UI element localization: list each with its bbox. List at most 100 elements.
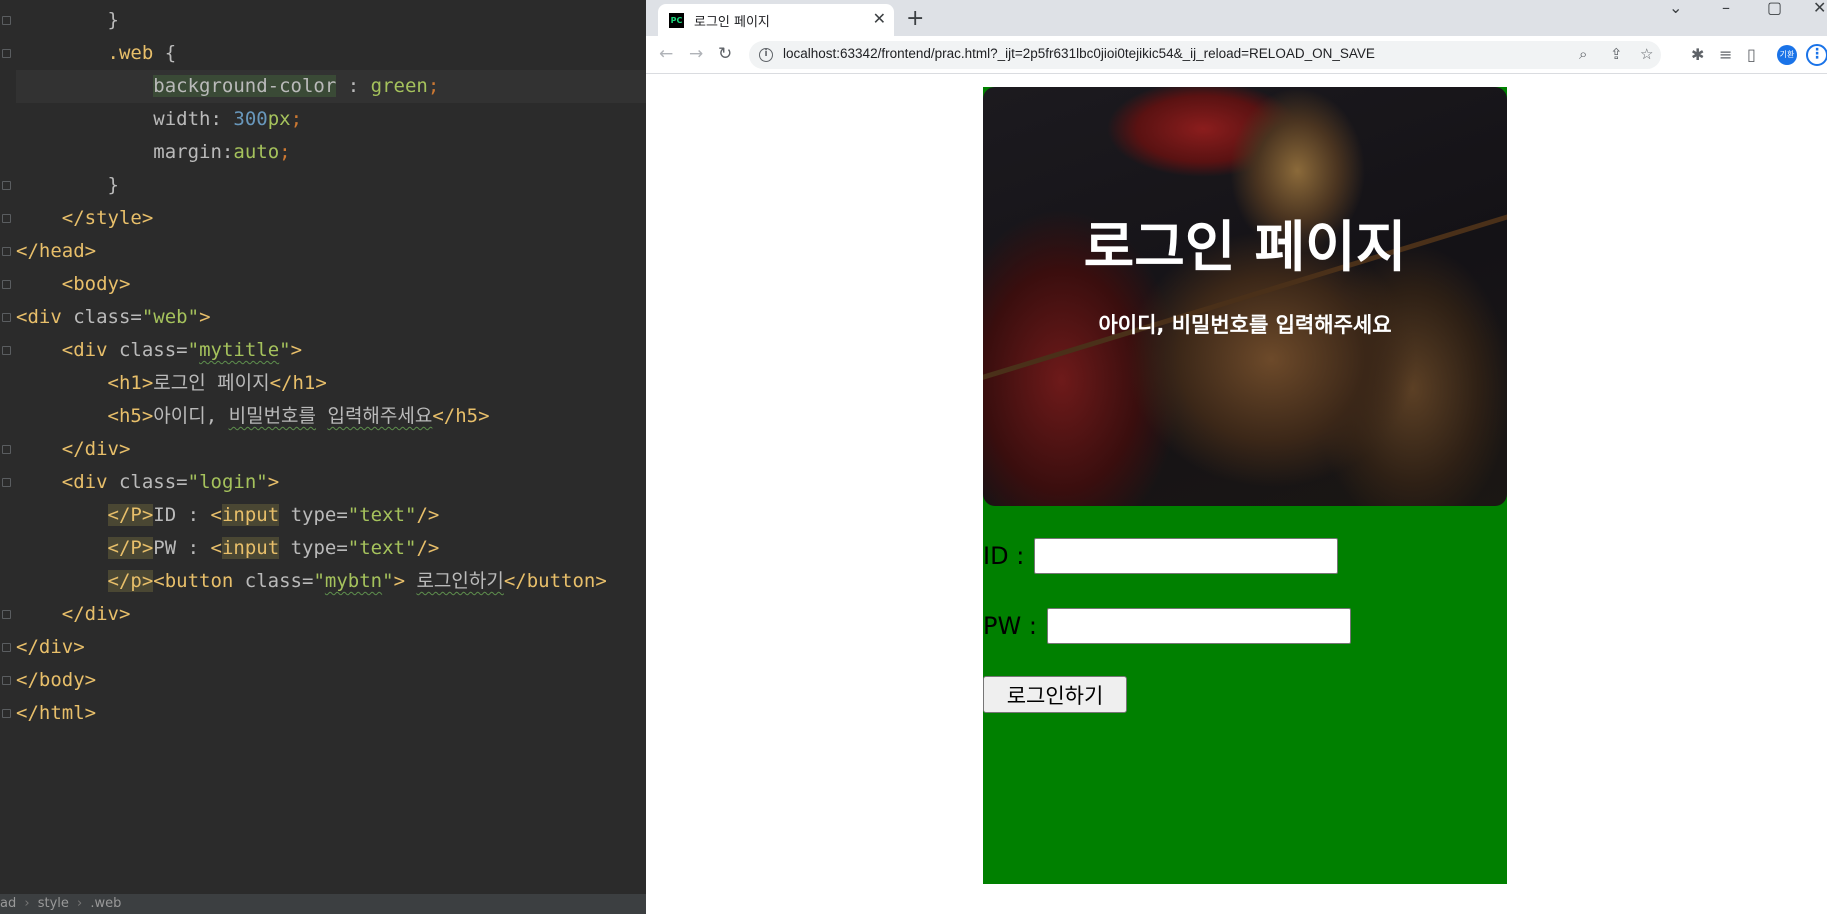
code-token: "login"	[187, 471, 268, 493]
code-line[interactable]: </p><button class="mybtn"> 로그인하기</button…	[16, 565, 646, 598]
code-line[interactable]: </div>	[16, 631, 646, 664]
code-token: <body>	[61, 273, 131, 295]
code-token: <	[210, 504, 222, 526]
tab-search-icon[interactable]: ⌄	[1669, 0, 1682, 17]
code-token: <div	[61, 471, 119, 493]
code-token: "web"	[141, 306, 200, 328]
new-tab-icon[interactable]: +	[906, 6, 924, 31]
code-token: </html>	[16, 702, 97, 724]
extensions-icon[interactable]: ✱	[1691, 45, 1704, 64]
share-icon[interactable]: ⇪	[1610, 45, 1623, 63]
maximize-icon[interactable]: ▢	[1767, 0, 1782, 17]
fold-marker-icon[interactable]	[2, 313, 11, 322]
zoom-icon[interactable]: ⌕	[1579, 45, 1587, 63]
code-area[interactable]: } .web { background-color : green; width…	[16, 4, 646, 730]
fold-marker-icon[interactable]	[2, 709, 11, 718]
code-token: {	[153, 42, 177, 64]
bookmark-star-icon[interactable]: ☆	[1640, 45, 1653, 63]
code-line[interactable]: </html>	[16, 697, 646, 730]
code-line[interactable]: </div>	[16, 433, 646, 466]
tab-strip: PC 로그인 페이지 ✕ + ⌄ – ▢ ✕	[646, 0, 1827, 36]
close-window-icon[interactable]: ✕	[1813, 0, 1826, 17]
code-token: margin	[153, 141, 222, 163]
code-token: </P>	[107, 537, 154, 559]
code-token: type	[279, 504, 337, 526]
code-line[interactable]: .web {	[16, 37, 646, 70]
fold-marker-icon[interactable]	[2, 49, 11, 58]
login-button[interactable]: 로그인하기	[983, 676, 1127, 713]
code-token: input	[221, 537, 280, 559]
reload-icon[interactable]: ↻	[718, 44, 732, 64]
code-line[interactable]: background-color : green;	[16, 70, 646, 103]
site-info-icon[interactable]: i	[759, 48, 773, 62]
breadcrumb-item[interactable]: ad	[0, 896, 16, 911]
code-line[interactable]: <div class="web">	[16, 301, 646, 334]
code-line[interactable]: <body>	[16, 268, 646, 301]
code-line[interactable]: width: 300px;	[16, 103, 646, 136]
code-token: }	[107, 9, 119, 31]
fold-marker-icon[interactable]	[2, 280, 11, 289]
tab-close-icon[interactable]: ✕	[873, 9, 886, 28]
fold-marker-icon[interactable]	[2, 16, 11, 25]
code-token: >	[290, 339, 303, 361]
code-line[interactable]: <div class="login">	[16, 466, 646, 499]
pw-input[interactable]	[1046, 608, 1351, 644]
code-line[interactable]: margin:auto;	[16, 136, 646, 169]
fold-marker-icon[interactable]	[2, 610, 11, 619]
code-line[interactable]: </body>	[16, 664, 646, 697]
browser-window: PC 로그인 페이지 ✕ + ⌄ – ▢ ✕ ← → ↻ i localhost…	[646, 0, 1827, 914]
fold-marker-icon[interactable]	[2, 445, 11, 454]
side-panel-icon[interactable]: ▯	[1747, 45, 1756, 64]
fold-marker-icon[interactable]	[2, 181, 11, 190]
fold-marker-icon[interactable]	[2, 676, 11, 685]
code-token: background-color	[153, 75, 337, 97]
code-token: =	[176, 471, 188, 493]
profile-avatar[interactable]: 기환	[1777, 45, 1797, 65]
reading-list-icon[interactable]: ≡	[1719, 45, 1732, 64]
id-input[interactable]	[1034, 538, 1339, 574]
code-line[interactable]: }	[16, 4, 646, 37]
fold-marker-icon[interactable]	[2, 346, 11, 355]
code-line[interactable]: <h5>아이디, 비밀번호를 입력해주세요</h5>	[16, 400, 646, 433]
code-line[interactable]: </P>PW : <input type="text"/>	[16, 532, 646, 565]
fold-marker-icon[interactable]	[2, 478, 11, 487]
code-token: class	[118, 471, 177, 493]
fold-marker-icon[interactable]	[2, 643, 11, 652]
minimize-icon[interactable]: –	[1722, 0, 1730, 17]
back-icon[interactable]: ←	[659, 44, 673, 64]
code-line[interactable]: </style>	[16, 202, 646, 235]
code-line[interactable]: </div>	[16, 598, 646, 631]
code-token: <	[210, 537, 222, 559]
hero-banner: 로그인 페이지 아이디, 비밀번호를 입력해주세요	[983, 87, 1507, 506]
breadcrumb-item[interactable]: style	[38, 896, 69, 911]
code-token: 로그인 페이지	[153, 372, 270, 394]
code-line[interactable]: }	[16, 169, 646, 202]
code-line[interactable]: <div class="mytitle">	[16, 334, 646, 367]
code-line[interactable]: <h1>로그인 페이지</h1>	[16, 367, 646, 400]
fold-marker-icon[interactable]	[2, 214, 11, 223]
address-bar[interactable]: i localhost:63342/frontend/prac.html?_ij…	[749, 41, 1661, 69]
breadcrumb-item[interactable]: .web	[90, 896, 121, 911]
forward-icon[interactable]: →	[689, 44, 703, 64]
url-text[interactable]: localhost:63342/frontend/prac.html?_ijt=…	[783, 46, 1375, 61]
menu-kebab-icon[interactable]: ⋮	[1806, 44, 1827, 66]
code-editor[interactable]: } .web { background-color : green; width…	[0, 0, 646, 914]
id-label: ID :	[983, 542, 1025, 570]
code-token: width	[153, 108, 211, 130]
fold-marker-icon[interactable]	[2, 247, 11, 256]
code-line[interactable]: </P>ID : <input type="text"/>	[16, 499, 646, 532]
browser-tab[interactable]: PC 로그인 페이지 ✕	[658, 4, 894, 36]
code-line[interactable]: </head>	[16, 235, 646, 268]
code-token: "text"	[347, 537, 417, 559]
code-token: green	[370, 75, 428, 97]
